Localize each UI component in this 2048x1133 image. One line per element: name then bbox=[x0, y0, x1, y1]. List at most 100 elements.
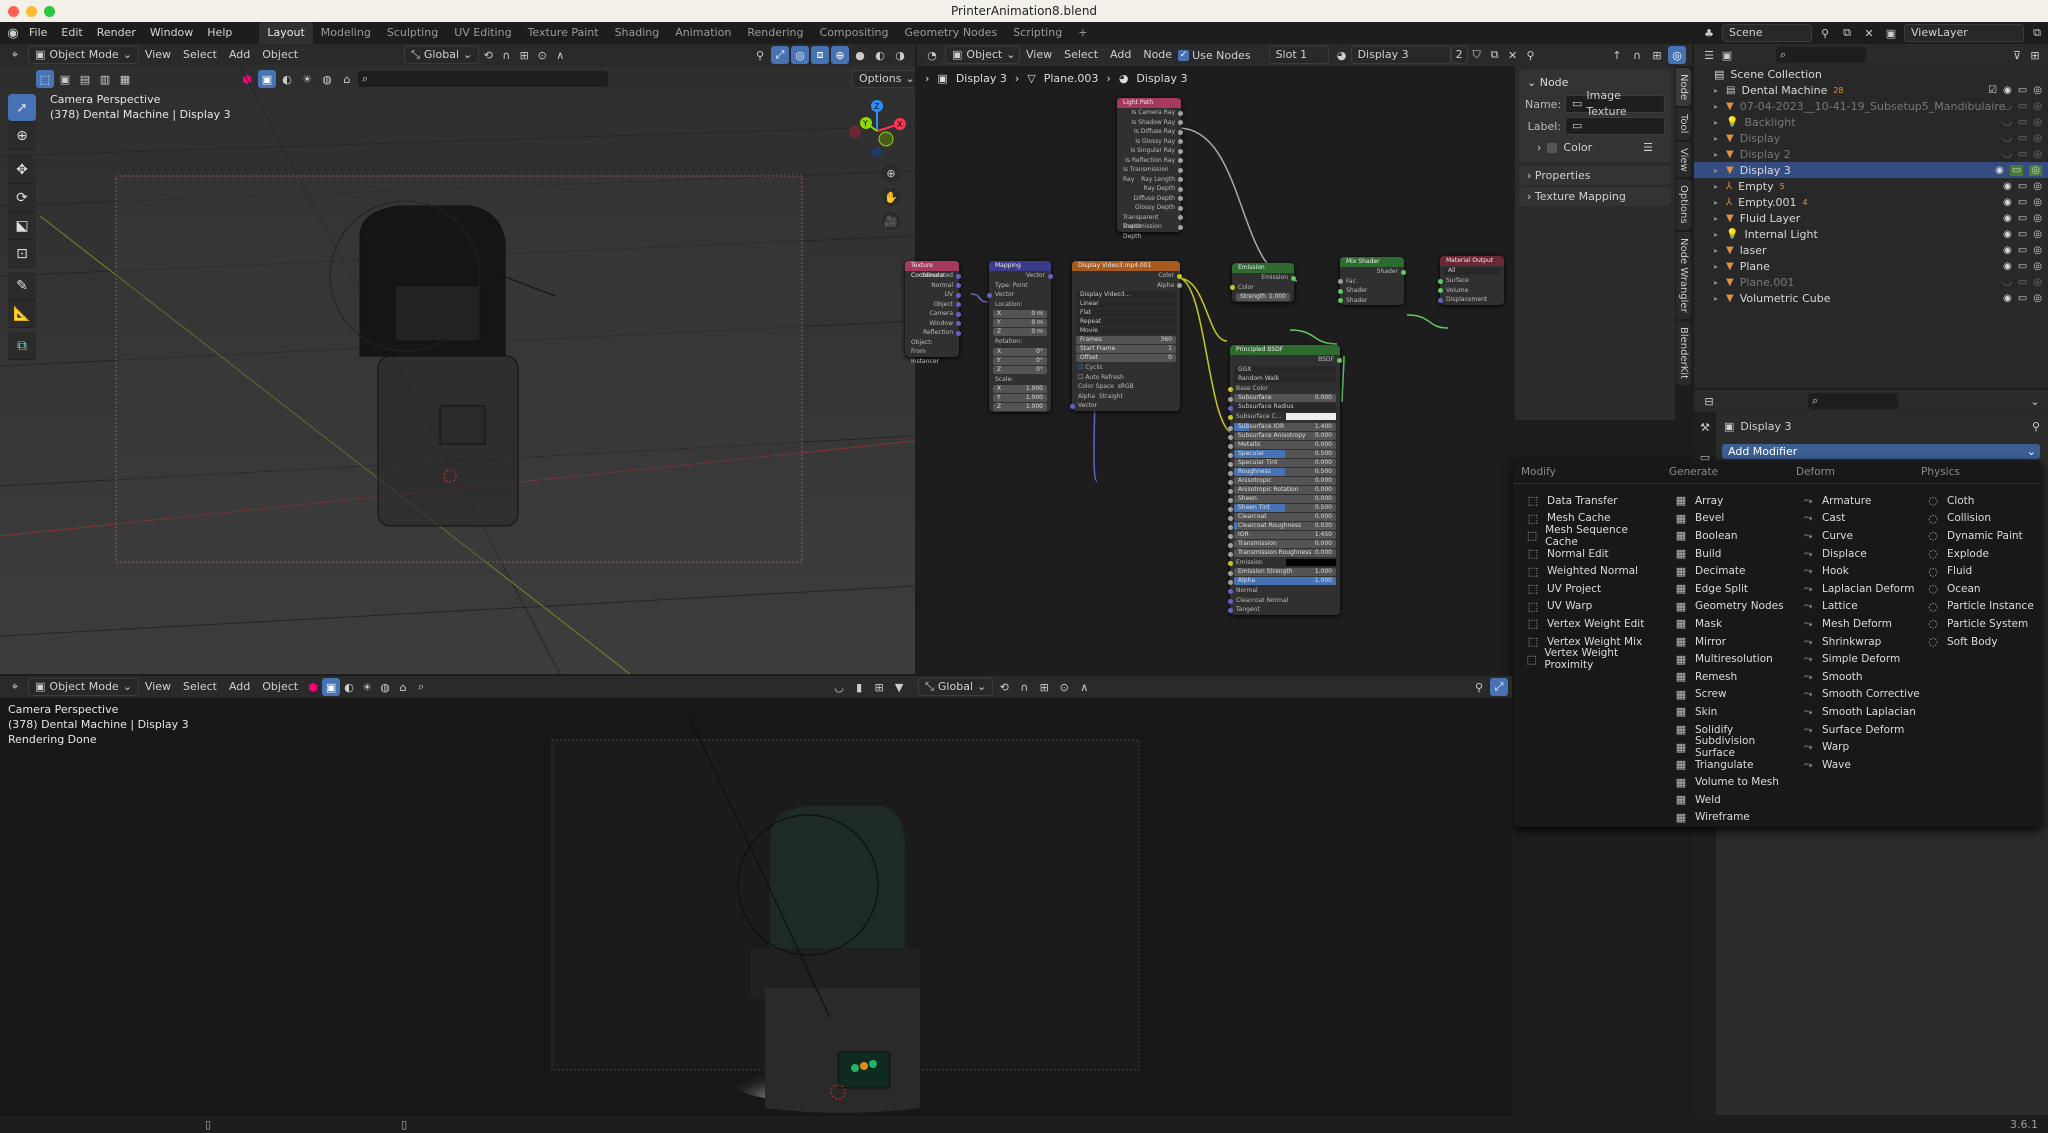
bsdf-input-row[interactable]: Sheen 0.000 bbox=[1228, 494, 1340, 503]
socket-dot[interactable] bbox=[1228, 551, 1233, 557]
select-tool-icon[interactable]: ➚ bbox=[8, 94, 36, 122]
bsdf-input-row[interactable]: Tangent bbox=[1228, 605, 1340, 615]
object-filter-icon[interactable]: ▣ bbox=[322, 678, 341, 696]
expand-arrow-icon[interactable]: ▸ bbox=[1714, 278, 1718, 287]
zoom-window-button[interactable] bbox=[44, 6, 55, 17]
pivot-icon[interactable]: ⟲ bbox=[995, 678, 1013, 696]
bsdf-input-row[interactable]: Sheen Tint 0.500 bbox=[1228, 503, 1340, 512]
modifier-mask[interactable]: ▦ Mask bbox=[1673, 615, 1798, 633]
node-overlay-icon[interactable]: ◎ bbox=[1668, 46, 1686, 64]
color-swatch[interactable] bbox=[1286, 413, 1336, 420]
bsdf-input-row[interactable]: Emission bbox=[1228, 558, 1340, 568]
bsdf-input-row[interactable]: Subsurface Radius bbox=[1228, 403, 1340, 411]
projection-select[interactable]: Flat bbox=[1076, 309, 1176, 317]
node-texture-coordinate[interactable]: Texture Coordinate Generated Normal UV Obje… bbox=[905, 261, 961, 365]
expand-arrow-icon[interactable]: ▸ bbox=[1714, 262, 1718, 271]
modifier-cloth[interactable]: ◌ Cloth bbox=[1925, 492, 2048, 510]
expand-arrow-icon[interactable]: ▸ bbox=[1714, 294, 1718, 303]
modifier-volume-to-mesh[interactable]: ▦ Volume to Mesh bbox=[1673, 774, 1798, 792]
pivot-icon[interactable]: ⟲ bbox=[479, 46, 497, 64]
outliner-item[interactable]: ▸ ▼ Display 3 ◉ ▭ ◎ bbox=[1694, 162, 2048, 178]
camera-render-icon[interactable]: ◎ bbox=[2033, 117, 2042, 128]
measure-tool-icon[interactable]: 📐 bbox=[8, 300, 36, 328]
bsdf-input-row[interactable]: Alpha 1.000 bbox=[1228, 577, 1340, 585]
modifier-vertex-weight-edit[interactable]: ⬚ Vertex Weight Edit bbox=[1525, 615, 1650, 633]
menu-view[interactable]: View bbox=[139, 678, 177, 696]
bsdf-input-row[interactable]: Transmission Roughness 0.000 bbox=[1228, 548, 1340, 557]
socket-dot[interactable] bbox=[1178, 139, 1183, 144]
modifier-subdivision-surface[interactable]: ▦ Subdivision Surface bbox=[1673, 735, 1798, 759]
socket-dot[interactable] bbox=[1228, 434, 1233, 440]
socket-dot[interactable] bbox=[1228, 524, 1233, 530]
socket-dot[interactable] bbox=[1228, 571, 1233, 576]
mapping-scl-field[interactable]: Y 1.000 bbox=[993, 394, 1047, 402]
modifier-geometry-nodes[interactable]: ▦ Geometry Nodes bbox=[1673, 598, 1798, 616]
shader-editor-icon[interactable]: ◔ bbox=[923, 46, 941, 64]
socket-dot[interactable] bbox=[1228, 452, 1233, 458]
proportional-edit-icon[interactable]: ⊙ bbox=[533, 46, 551, 64]
hidden-eye-icon[interactable]: ◡ bbox=[2003, 101, 2012, 112]
expand-arrow-icon[interactable]: ▸ bbox=[1714, 150, 1718, 159]
node-light-path[interactable]: Light Path Is Camera Ray Is Shadow Ray Is … bbox=[1117, 98, 1183, 240]
expand-arrow-icon[interactable]: ▸ bbox=[1714, 230, 1718, 239]
modifier-particle-instance[interactable]: ◌ Particle Instance bbox=[1925, 598, 2048, 616]
gizmo-toggle-icon[interactable]: ⤢ bbox=[771, 46, 789, 64]
modifier-mesh-sequence-cache[interactable]: ⬚ Mesh Sequence Cache bbox=[1525, 524, 1650, 548]
camera-render-icon[interactable]: ◎ bbox=[2033, 213, 2042, 224]
material-filter-icon[interactable]: ◐ bbox=[340, 678, 358, 696]
expand-arrow-icon[interactable]: ▸ bbox=[1714, 246, 1718, 255]
delete-scene-icon[interactable]: ✕ bbox=[1860, 24, 1878, 42]
cursor-tool-icon[interactable]: ⊕ bbox=[8, 122, 36, 150]
modifier-soft-body[interactable]: ◌ Soft Body bbox=[1925, 633, 2048, 651]
node-mapping[interactable]: Mapping Vector Type: Point Vector Locati… bbox=[987, 261, 1053, 412]
menu-help[interactable]: Help bbox=[200, 22, 239, 44]
bsdf-input-row[interactable]: Roughness 0.500 bbox=[1228, 467, 1340, 476]
socket-output[interactable]: Is Transmission Ray bbox=[1117, 165, 1183, 183]
socket-output[interactable]: Is Diffuse Ray bbox=[1117, 127, 1183, 137]
workspace-tab-layout[interactable]: Layout bbox=[259, 22, 313, 44]
mode-selector[interactable]: ▣ Object Mode ⌄ bbox=[28, 46, 139, 64]
properties-subpanel[interactable]: › Properties bbox=[1519, 166, 1671, 185]
modifier-hook[interactable]: ⤳ Hook bbox=[1800, 562, 1925, 580]
socket-dot[interactable] bbox=[1178, 120, 1183, 125]
hidden-eye-icon[interactable]: ◡ bbox=[2003, 149, 2012, 160]
expand-arrow-icon[interactable]: ▸ bbox=[1714, 214, 1718, 223]
workspace-tab-compositing[interactable]: Compositing bbox=[812, 22, 897, 44]
outliner-item[interactable]: ▸ ▼ Plane ◉ ▭ ◎ bbox=[1694, 258, 2048, 274]
modifier-shrinkwrap[interactable]: ⤳ Shrinkwrap bbox=[1800, 633, 1925, 651]
socket-dot[interactable] bbox=[1178, 177, 1183, 182]
modifier-particle-system[interactable]: ◌ Particle System bbox=[1925, 615, 2048, 633]
modifier-vertex-weight-proximity[interactable]: ⬚ Vertex Weight Proximity bbox=[1525, 647, 1650, 671]
color-swatch[interactable] bbox=[1286, 558, 1336, 566]
socket-output[interactable]: Is Shadow Ray bbox=[1117, 118, 1183, 128]
socket-dot[interactable] bbox=[1228, 479, 1233, 485]
rotate-tool-icon[interactable]: ⟳ bbox=[8, 184, 36, 212]
pin-node-tree-icon[interactable]: ⚲ bbox=[1522, 46, 1540, 64]
fake-user-shield-icon[interactable]: ⛉ bbox=[1468, 46, 1486, 64]
hidden-eye-icon[interactable]: ◡ bbox=[2003, 277, 2012, 288]
transform-tool-icon[interactable]: ⊡ bbox=[8, 240, 36, 268]
camera-render-icon[interactable]: ◎ bbox=[2033, 85, 2042, 96]
menu-select[interactable]: Select bbox=[177, 678, 223, 696]
outliner-item[interactable]: ▸ ⅄ Empty 5 ◉ ▭ ◎ bbox=[1694, 178, 2048, 194]
snap-target-icon[interactable]: ⊞ bbox=[1035, 678, 1053, 696]
socket-dot[interactable] bbox=[956, 302, 961, 307]
socket-output[interactable]: Generated bbox=[905, 271, 961, 281]
modifier-dynamic-paint[interactable]: ◌ Dynamic Paint bbox=[1925, 527, 2048, 545]
scene-icon[interactable]: ♣ bbox=[1700, 24, 1718, 42]
monitor-icon[interactable]: ▭ bbox=[2018, 133, 2027, 144]
snap-target-icon[interactable]: ⊞ bbox=[515, 46, 533, 64]
scale-tool-icon[interactable]: ⬕ bbox=[8, 212, 36, 240]
modifier-smooth-laplacian[interactable]: ⤳ Smooth Laplacian bbox=[1800, 703, 1925, 721]
socket-dot[interactable] bbox=[1228, 488, 1233, 494]
slot-selector[interactable]: Slot 1 bbox=[1268, 46, 1329, 64]
sidebar-tab-node[interactable]: Node bbox=[1676, 68, 1691, 107]
eye-icon[interactable]: ◉ bbox=[1995, 165, 2004, 176]
visibility-icon[interactable]: ⚲ bbox=[751, 46, 769, 64]
modifier-weld[interactable]: ▦ Weld bbox=[1673, 791, 1798, 809]
modifier-data-transfer[interactable]: ⬚ Data Transfer bbox=[1525, 492, 1650, 510]
camera-render-icon[interactable]: ◎ bbox=[2033, 181, 2042, 192]
viewport-top[interactable]: ⌖ ▣ Object Mode ⌄ View Select Add Object… bbox=[0, 44, 915, 674]
modifier-skin[interactable]: ▦ Skin bbox=[1673, 703, 1798, 721]
modifier-curve[interactable]: ⤳ Curve bbox=[1800, 527, 1925, 545]
